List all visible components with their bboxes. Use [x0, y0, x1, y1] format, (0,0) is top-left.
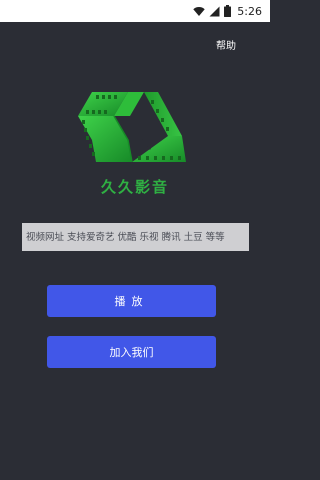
status-bar: 5:26 [0, 0, 270, 22]
status-time: 5:26 [237, 4, 262, 18]
help-link[interactable]: 帮助 [216, 37, 236, 52]
play-button[interactable]: 播放 [47, 285, 216, 317]
status-icons: 5:26 [193, 0, 262, 22]
wifi-icon [193, 6, 205, 16]
app-name: 久久影音 [100, 178, 169, 196]
url-input[interactable] [22, 223, 249, 251]
film-strip-logo [78, 92, 186, 163]
battery-icon [224, 5, 232, 17]
join-us-button[interactable]: 加入我们 [47, 336, 216, 368]
signal-icon [209, 6, 220, 16]
main-screen: 5:26 帮助 久久影音 视频网址 支持爱奇艺 优酷 乐视 腾讯 土豆 等等 播… [0, 0, 270, 480]
